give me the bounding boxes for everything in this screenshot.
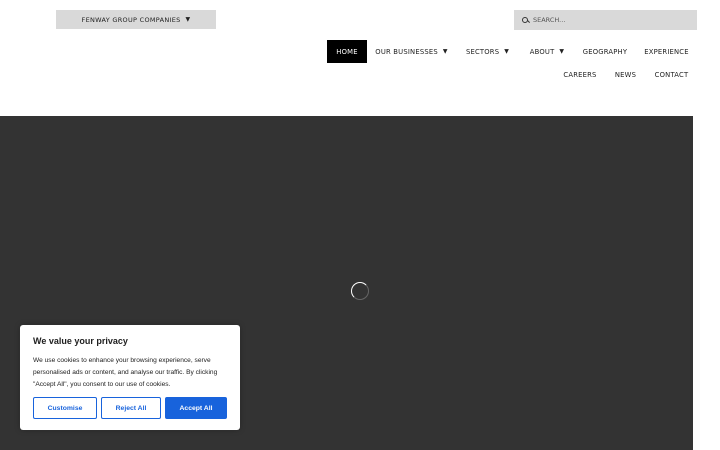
nav-item-experience[interactable]: EXPERIENCE <box>641 40 692 63</box>
caret-down-icon: ▼ <box>185 16 191 23</box>
group-companies-dropdown[interactable]: FENWAY GROUP COMPANIES ▼ <box>56 10 216 29</box>
group-companies-label: FENWAY GROUP COMPANIES <box>81 15 181 24</box>
search-icon[interactable] <box>522 16 529 24</box>
nav-item-news[interactable]: NEWS <box>610 63 641 86</box>
nav-item-careers[interactable]: CAREERS <box>559 63 601 86</box>
nav-item-label: SECTORS <box>465 47 500 56</box>
caret-down-icon: ▼ <box>504 48 510 55</box>
nav-item-contact[interactable]: CONTACT <box>650 63 693 86</box>
cookie-banner-text: We use cookies to enhance your browsing … <box>33 357 218 388</box>
page: FENWAY GROUP COMPANIES ▼ HOME OUR BUSINE… <box>0 0 720 450</box>
nav-item-home[interactable]: HOME <box>327 40 367 63</box>
nav-item-label: ABOUT <box>529 47 555 56</box>
caret-down-icon: ▼ <box>559 48 565 55</box>
cookie-button-group: Customise Reject All Accept All <box>33 397 227 419</box>
cookie-consent-banner: We value your privacy We use cookies to … <box>20 325 240 430</box>
search-input[interactable] <box>533 16 693 24</box>
nav-item-label: CONTACT <box>654 70 689 79</box>
nav-item-label: OUR BUSINESSES <box>375 47 438 56</box>
search-box[interactable] <box>514 10 697 30</box>
nav-item-label: CAREERS <box>563 70 597 79</box>
nav-item-geography[interactable]: GEOGRAPHY <box>579 40 631 63</box>
spinner-icon <box>351 282 369 300</box>
nav-item-label: HOME <box>336 47 358 56</box>
nav-item-label: EXPERIENCE <box>644 47 689 56</box>
caret-down-icon: ▼ <box>442 48 448 55</box>
nav-item-about[interactable]: ABOUT ▼ <box>524 40 570 63</box>
nav-item-label: GEOGRAPHY <box>582 47 628 56</box>
nav-item-label: NEWS <box>614 70 637 79</box>
cookie-banner-title: We value your privacy <box>33 336 128 346</box>
customise-button[interactable]: Customise <box>33 397 97 419</box>
nav-item-sectors[interactable]: SECTORS ▼ <box>460 40 515 63</box>
accept-all-button[interactable]: Accept All <box>165 397 227 419</box>
reject-all-button[interactable]: Reject All <box>101 397 161 419</box>
nav-item-our-businesses[interactable]: OUR BUSINESSES ▼ <box>371 40 452 63</box>
